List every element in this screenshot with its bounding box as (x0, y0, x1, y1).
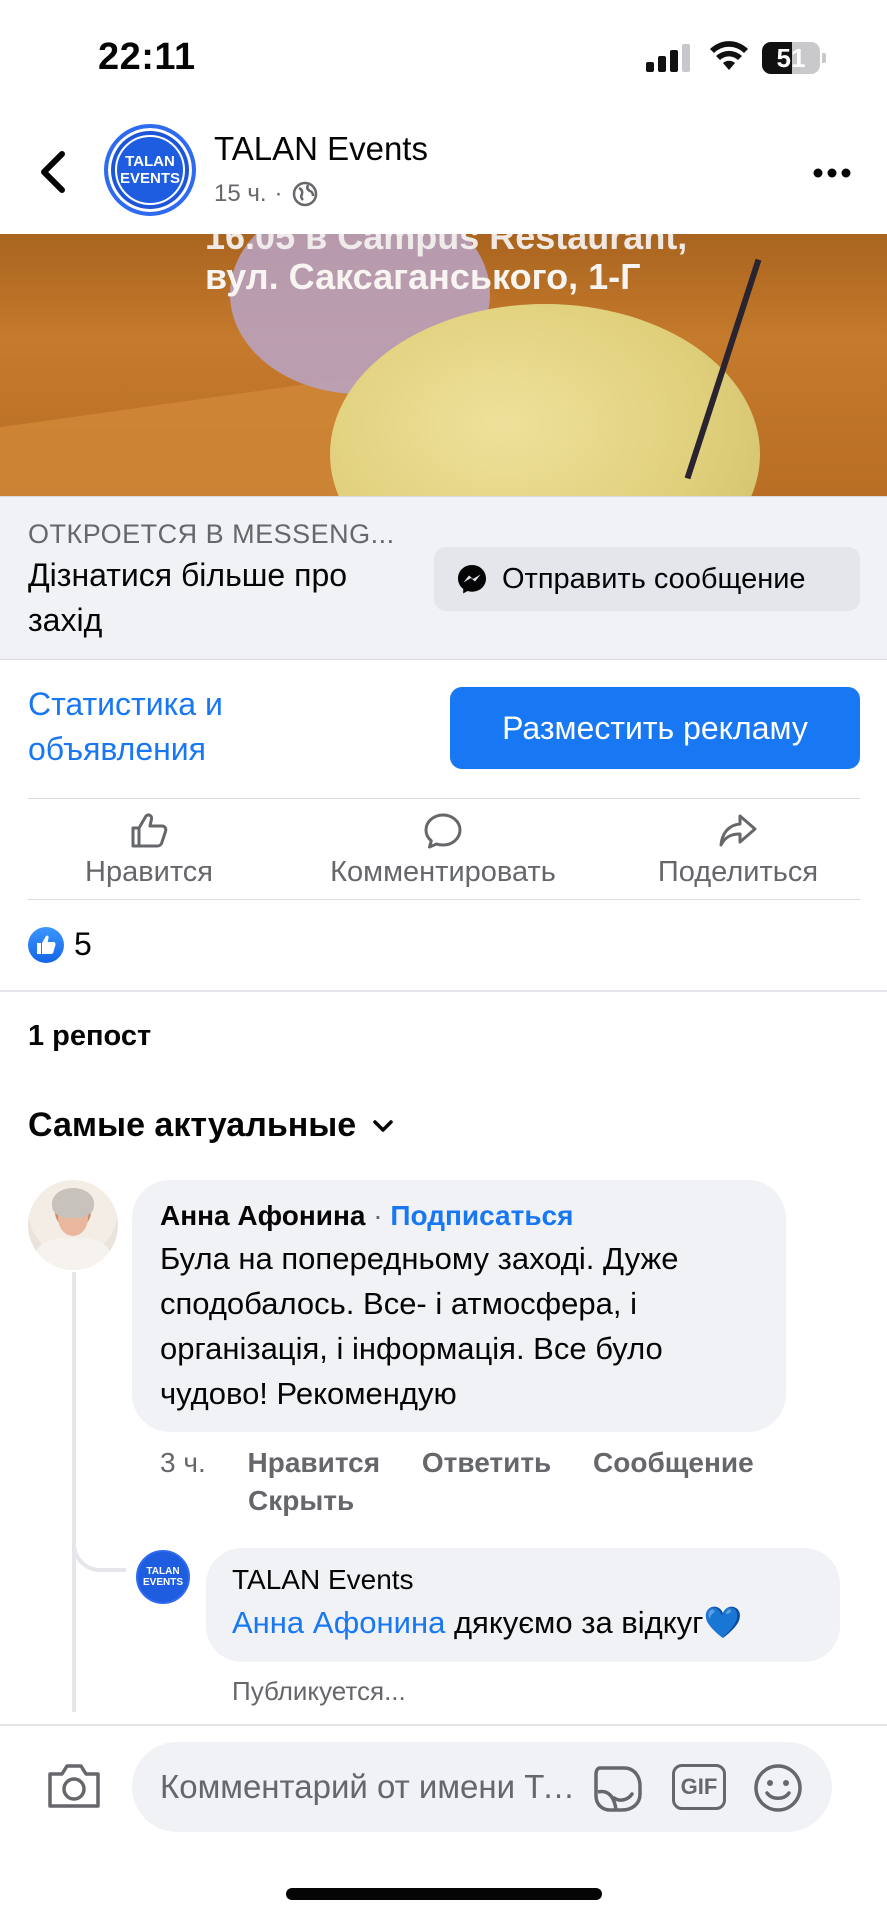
commenter-avatar[interactable] (28, 1180, 118, 1270)
battery-icon: 51 (762, 42, 826, 74)
messenger-icon (458, 565, 486, 594)
cta-source: ОТКРОЕТСЯ В MESSENG... (28, 519, 395, 549)
comment-text: Була на попередньому заході. Дуже сподоб… (160, 1241, 679, 1411)
comment-reply-button[interactable]: Ответить (422, 1444, 551, 1482)
comment-message-button[interactable]: Сообщение (593, 1444, 754, 1482)
reply-bubble[interactable]: TALAN Events Анна Афонина дякуємо за від… (206, 1548, 840, 1662)
avatar-text: TALAN (146, 1566, 180, 1577)
page-name[interactable]: TALAN Events (214, 130, 428, 168)
more-options-button[interactable] (812, 166, 852, 180)
cellular-signal-icon (646, 44, 692, 72)
boost-post-button[interactable]: Разместить рекламу (450, 687, 860, 769)
post-meta: 15 ч. · (214, 180, 319, 208)
comment-bubble-icon (424, 813, 462, 849)
thread-connector (72, 1500, 126, 1572)
comment-placeholder[interactable]: Комментарий от имени TALAN Events (160, 1768, 580, 1806)
reply-author-avatar[interactable]: TALAN EVENTS (136, 1550, 190, 1604)
posting-status: Публикуется... (232, 1676, 406, 1706)
comment-label: Комментировать (330, 856, 556, 888)
divider (28, 798, 860, 799)
comment-author[interactable]: Анна Афонина (160, 1200, 365, 1231)
sort-label: Самые актуальные (28, 1106, 357, 1144)
back-button[interactable] (34, 146, 74, 198)
reply-author[interactable]: TALAN Events (232, 1564, 814, 1596)
follow-button[interactable]: Подписаться (390, 1200, 573, 1231)
comment-button[interactable]: Комментировать (314, 812, 572, 896)
like-label: Нравится (85, 856, 213, 888)
send-message-label: Отправить сообщение (502, 562, 806, 595)
post-time[interactable]: 15 ч. (214, 180, 267, 208)
home-indicator[interactable] (286, 1888, 602, 1900)
cta-title: Дізнатися більше про захід (28, 557, 348, 638)
thumbs-up-icon (131, 813, 168, 848)
reply-text: Анна Афонина дякуємо за відкуг💙 (232, 1604, 814, 1641)
share-label: Поделиться (657, 856, 819, 888)
like-reaction-icon (28, 926, 64, 963)
reaction-count: 5 (74, 926, 92, 962)
comment-bubble[interactable]: Анна Афонина · Подписаться Була на попер… (132, 1180, 786, 1432)
gif-icon[interactable]: GIF (672, 1764, 726, 1810)
like-button[interactable]: Нравится (70, 812, 228, 896)
chevron-down-icon (373, 1119, 393, 1132)
call-to-action-box[interactable]: ОТКРОЕТСЯ В MESSENG... Дізнатися більше … (0, 496, 887, 660)
media-caption-line1: 16.05 в Campus Restaurant, (205, 234, 688, 257)
wifi-icon (710, 41, 748, 70)
share-button[interactable]: Поделиться (648, 812, 828, 896)
globe-icon (292, 181, 317, 207)
status-time: 22:11 (98, 36, 196, 78)
status-bar: 22:11 51 (0, 0, 887, 116)
comment-input[interactable]: Комментарий от имени TALAN Events GIF (132, 1742, 832, 1832)
battery-level: 51 (776, 43, 806, 73)
comment-like-button[interactable]: Нравится (248, 1444, 381, 1482)
post-media-image[interactable]: 16.05 в Campus Restaurant, вул. Саксаган… (0, 234, 887, 496)
camera-icon[interactable] (46, 1760, 102, 1810)
section-divider (0, 990, 887, 992)
divider (28, 899, 860, 900)
page-avatar[interactable]: TALAN EVENTS (104, 124, 196, 216)
meta-separator: · (274, 180, 283, 207)
share-arrow-icon (719, 814, 757, 847)
reply-message: дякуємо за відкуг💙 (445, 1605, 743, 1640)
mention-link[interactable]: Анна Афонина (232, 1605, 445, 1640)
comment-hide-button[interactable]: Скрыть (248, 1482, 354, 1520)
media-caption-line2: вул. Саксаганського, 1-Г (205, 256, 641, 297)
comment-sort-dropdown[interactable]: Самые актуальные (28, 1106, 394, 1145)
thread-line (72, 1272, 76, 1712)
reactions-summary[interactable]: 5 (28, 926, 92, 963)
gif-label: GIF (680, 1774, 718, 1799)
insights-and-ads-link[interactable]: Статистика и объявления (28, 682, 348, 772)
post-header: TALAN EVENTS TALAN Events 15 ч. · (0, 116, 887, 234)
sticker-icon[interactable] (590, 1760, 646, 1816)
author-separator: · (373, 1200, 383, 1231)
emoji-icon[interactable] (752, 1762, 804, 1814)
send-message-button[interactable]: Отправить сообщение (434, 547, 860, 611)
comment-time: 3 ч. (160, 1447, 206, 1478)
avatar-text: EVENTS (142, 1577, 183, 1588)
reposts-count[interactable]: 1 репост (28, 1020, 151, 1053)
comment-actions: 3 ч. Нравится Ответить Сообщение Скрыть (160, 1444, 800, 1520)
